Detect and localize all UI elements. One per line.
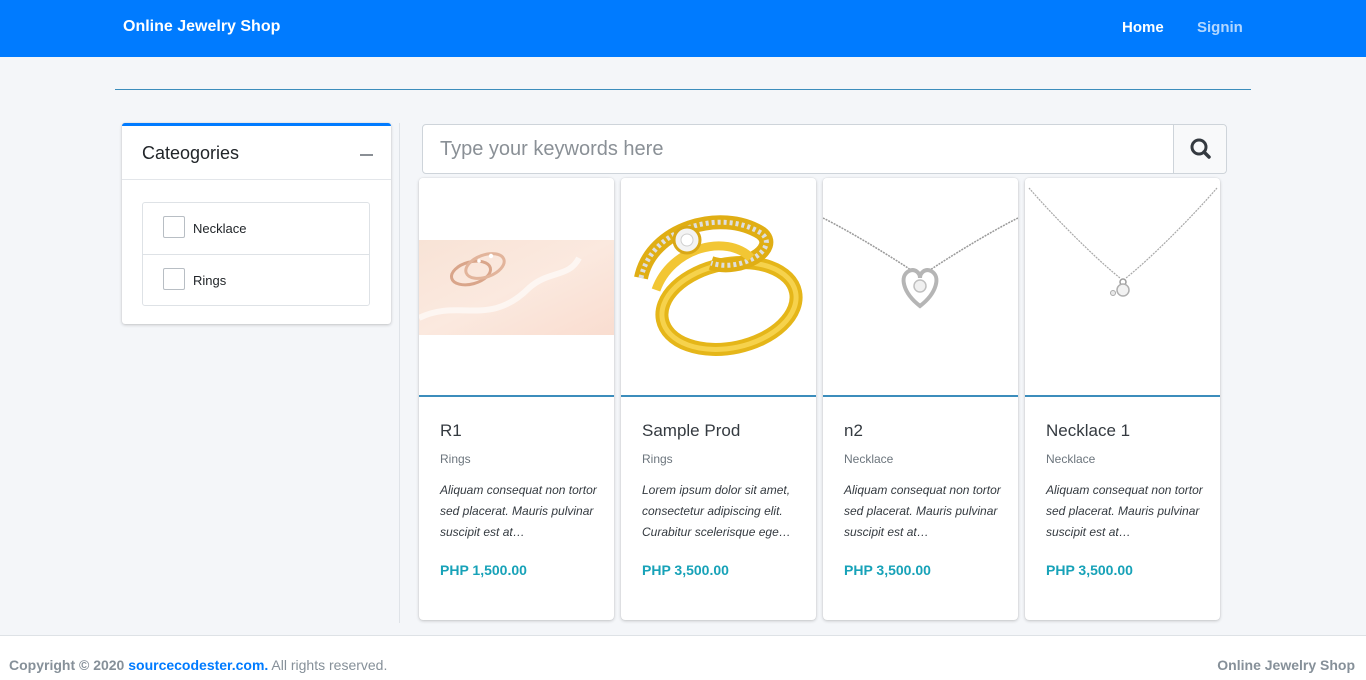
diamond-pendant-necklace-image bbox=[1025, 178, 1220, 397]
checkbox[interactable] bbox=[163, 268, 185, 290]
page-footer: Copyright © 2020 sourcecodester.com. All… bbox=[0, 635, 1366, 680]
product-category: Necklace bbox=[844, 452, 894, 466]
product-card[interactable]: n2 Necklace Aliquam consequat non tortor… bbox=[823, 178, 1018, 620]
product-description: Aliquam consequat non tortor sed placera… bbox=[440, 483, 597, 539]
product-description: Aliquam consequat non tortor sed placera… bbox=[1046, 483, 1203, 539]
rights-text: All rights reserved. bbox=[271, 657, 388, 673]
gold-diamond-ring-image bbox=[621, 178, 816, 397]
copyright-text: Copyright © 2020 sourcecodester.com. All… bbox=[9, 657, 387, 673]
search-input[interactable] bbox=[423, 125, 1175, 173]
sidebar-divider bbox=[399, 123, 400, 623]
search-button[interactable] bbox=[1173, 125, 1226, 173]
heart-pendant-necklace-image bbox=[823, 178, 1018, 397]
product-name[interactable]: R1 bbox=[440, 421, 462, 441]
product-card[interactable]: Sample Prod Rings Lorem ipsum dolor sit … bbox=[621, 178, 816, 620]
collapse-minus-icon[interactable] bbox=[360, 154, 373, 156]
product-category: Rings bbox=[642, 452, 673, 466]
product-description: Lorem ipsum dolor sit amet, consectetur … bbox=[642, 483, 791, 539]
category-item-rings[interactable]: Rings bbox=[143, 254, 369, 305]
search-icon bbox=[1190, 138, 1211, 159]
rose-gold-rings-image bbox=[419, 178, 614, 397]
category-list: Necklace Rings bbox=[142, 202, 370, 306]
nav-signin-link[interactable]: Signin bbox=[1197, 19, 1243, 36]
product-card[interactable]: R1 Rings Aliquam consequat non tortor se… bbox=[419, 178, 614, 620]
product-name[interactable]: Necklace 1 bbox=[1046, 421, 1130, 441]
product-price: PHP 3,500.00 bbox=[1046, 562, 1133, 578]
category-label: Rings bbox=[193, 273, 227, 288]
sourcecodester-link[interactable]: sourcecodester.com. bbox=[128, 657, 268, 673]
category-label: Necklace bbox=[193, 221, 247, 236]
checkbox[interactable] bbox=[163, 216, 185, 238]
search-bar bbox=[422, 124, 1227, 174]
product-name[interactable]: n2 bbox=[844, 421, 863, 441]
product-price: PHP 3,500.00 bbox=[642, 562, 729, 578]
product-description: Aliquam consequat non tortor sed placera… bbox=[844, 483, 1001, 539]
product-category: Necklace bbox=[1046, 452, 1096, 466]
footer-brand: Online Jewelry Shop bbox=[1217, 657, 1355, 673]
product-price: PHP 1,500.00 bbox=[440, 562, 527, 578]
top-navbar: Online Jewelry Shop Home Signin bbox=[0, 0, 1366, 57]
header-divider bbox=[115, 89, 1251, 90]
categories-header: Cateogories bbox=[122, 126, 391, 180]
product-card[interactable]: Necklace 1 Necklace Aliquam consequat no… bbox=[1025, 178, 1220, 620]
product-name[interactable]: Sample Prod bbox=[642, 421, 740, 441]
category-item-necklace[interactable]: Necklace bbox=[143, 203, 369, 254]
categories-title: Cateogories bbox=[142, 143, 240, 163]
product-category: Rings bbox=[440, 452, 471, 466]
copyright-prefix: Copyright © 2020 bbox=[9, 657, 125, 673]
categories-card: Cateogories Necklace Rings bbox=[122, 123, 391, 324]
product-price: PHP 3,500.00 bbox=[844, 562, 931, 578]
nav-home-link[interactable]: Home bbox=[1122, 19, 1164, 36]
brand-logo-text[interactable]: Online Jewelry Shop bbox=[123, 18, 280, 36]
